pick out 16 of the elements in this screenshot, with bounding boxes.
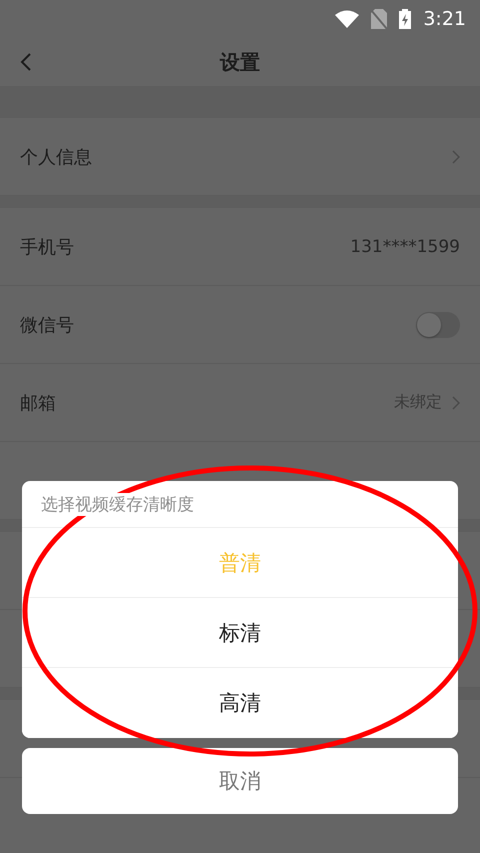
row-label: 邮箱 — [20, 392, 57, 414]
row-label: 手机号 — [20, 236, 75, 258]
row-value: 131****1599 — [350, 236, 460, 256]
status-time: 3:21 — [423, 8, 466, 30]
battery-charging-icon — [399, 9, 412, 29]
chevron-icon — [452, 150, 460, 164]
no-sim-icon — [371, 9, 388, 29]
cancel-button[interactable]: 取消 — [22, 748, 458, 814]
row-label: 个人信息 — [20, 146, 93, 168]
dialog-title: 选择视频缓存清晰度 — [41, 492, 194, 516]
page-title: 设置 — [220, 48, 260, 76]
wifi-icon — [335, 10, 360, 28]
toggle-switch[interactable] — [416, 312, 460, 338]
chevron-icon — [452, 396, 460, 410]
back-icon[interactable] — [20, 53, 32, 71]
row-label: 微信号 — [20, 314, 75, 336]
